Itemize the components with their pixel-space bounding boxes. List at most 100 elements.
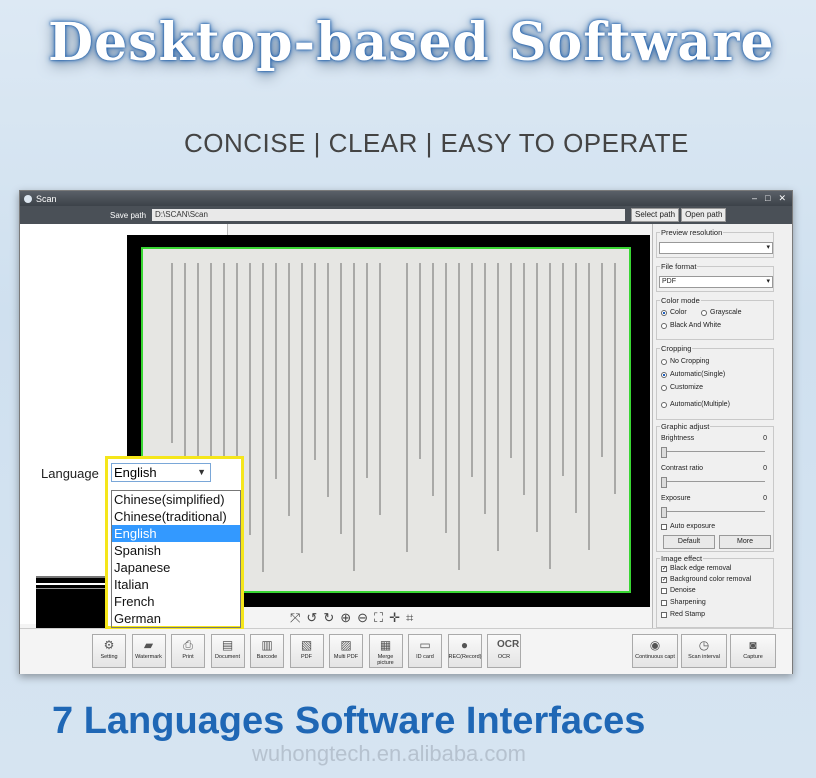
text-line (549, 263, 551, 569)
brightness-slider[interactable] (661, 447, 765, 458)
more-button[interactable]: More (719, 535, 771, 549)
gear-icon: ⚙ (103, 638, 115, 652)
close-icon[interactable]: ✕ (778, 193, 786, 204)
text-line (223, 263, 225, 461)
language-option[interactable]: Chinese(simplified) (112, 491, 240, 508)
print-button[interactable]: ⎙ Print (171, 634, 205, 668)
capture-button[interactable]: ◙ Capture (730, 634, 776, 668)
language-select[interactable]: English ▼ (111, 463, 211, 482)
language-option[interactable]: Spanish (112, 542, 240, 559)
default-button[interactable]: Default (663, 535, 715, 549)
headline: Desktop-based Software (48, 12, 775, 73)
barcode-button[interactable]: ▥ Barcode (250, 634, 284, 668)
contrast-slider[interactable] (661, 477, 765, 488)
toolbar-label: Barcode (256, 654, 278, 660)
text-line (288, 263, 290, 516)
continuous-capt-button[interactable]: ◉ Continuous capt (632, 634, 678, 668)
group-title: Color mode (660, 296, 701, 305)
sharpening-checkbox[interactable]: Sharpening (661, 599, 706, 606)
record-icon: ● (460, 638, 469, 652)
watermark-text: wuhongtech.en.alibaba.com (252, 741, 526, 766)
option-label: Black And White (670, 322, 721, 329)
select-path-button[interactable]: Select path (631, 208, 680, 222)
option-label: Black edge removal (670, 565, 732, 572)
merge-picture-button[interactable]: ▦ Merge picture (368, 634, 403, 668)
toolbar-label: PDF (301, 654, 312, 660)
bg-color-checkbox[interactable]: ✓ Background color removal (661, 576, 751, 583)
watermark-button[interactable]: ▰ Watermark (131, 634, 166, 668)
zoom-out-icon[interactable]: ⊖ (357, 610, 368, 626)
brightness-value: 0 (763, 435, 767, 442)
preview-resolution-select[interactable]: ▾ (659, 242, 773, 254)
save-path-field[interactable]: D:\SCAN\Scan (152, 209, 626, 221)
auto-exposure-checkbox[interactable]: Auto exposure (661, 523, 715, 530)
group-title: Image effect (660, 554, 704, 563)
option-label: Denoise (670, 587, 696, 594)
rotate-left-icon[interactable]: ↺ (306, 610, 317, 626)
denoise-checkbox[interactable]: Denoise (661, 587, 696, 594)
fullscreen-icon[interactable]: ⛶ (374, 610, 383, 626)
language-option[interactable]: Chinese(traditional) (112, 508, 240, 525)
text-line (262, 263, 264, 572)
customize-radio[interactable]: Customize (661, 384, 703, 391)
auto-single-radio[interactable]: Automatic(Single) (661, 371, 725, 378)
text-line (536, 263, 538, 532)
text-line (419, 263, 421, 459)
language-option[interactable]: German (112, 610, 240, 627)
checkbox-icon (661, 587, 667, 594)
preview-tools: ⤧ ↺ ↻ ⊕ ⊖ ⛶ ✛ ⌗ (290, 610, 413, 626)
fit-icon[interactable]: ⤧ (290, 610, 300, 626)
open-path-button[interactable]: Open path (681, 208, 727, 222)
black-white-radio[interactable]: Black And White (661, 322, 721, 329)
rec-record--button[interactable]: ● REC(Record) (447, 634, 482, 668)
scan-interval-icon: ◷ (698, 638, 710, 652)
grayscale-radio[interactable]: Grayscale (701, 309, 742, 316)
rotate-right-icon[interactable]: ↻ (323, 610, 334, 626)
continuous-capture-icon: ◉ (649, 638, 661, 652)
exposure-label: Exposure (661, 495, 691, 502)
scan-interval-button[interactable]: ◷ Scan interval (681, 634, 727, 668)
language-option[interactable]: English (112, 525, 240, 542)
zoom-in-icon[interactable]: ⊕ (340, 610, 351, 626)
option-label: Automatic(Multiple) (670, 401, 730, 408)
text-line (249, 263, 251, 535)
black-edge-checkbox[interactable]: ✓ Black edge removal (661, 565, 731, 572)
multi-pdf-button[interactable]: ▨ Multi PDF (329, 634, 363, 668)
radio-icon (661, 309, 667, 316)
option-label: Sharpening (670, 599, 706, 606)
tagline: CONCISE | CLEAR | EASY TO OPERATE (184, 128, 689, 158)
maximize-icon[interactable]: □ (765, 193, 770, 204)
text-line (445, 263, 447, 533)
option-label: Automatic(Single) (670, 371, 726, 378)
option-label: Red Stamp (670, 611, 706, 618)
checkbox-icon (661, 599, 667, 606)
auto-multiple-radio[interactable]: Automatic(Multiple) (661, 401, 730, 408)
checkbox-icon: ✓ (661, 565, 668, 572)
crop-icon[interactable]: ⌗ (406, 610, 413, 626)
document-icon: ▤ (221, 638, 234, 652)
no-cropping-radio[interactable]: No Cropping (661, 358, 709, 365)
setting-button[interactable]: ⚙ Setting (92, 634, 126, 668)
id-card-button[interactable]: ▭ ID card (408, 634, 442, 668)
checkbox-icon (661, 523, 667, 530)
language-option[interactable]: French (112, 593, 240, 610)
multi-pdf-icon: ▨ (340, 638, 352, 652)
text-line (601, 263, 603, 457)
red-stamp-checkbox[interactable]: Red Stamp (661, 611, 705, 618)
ocr-button[interactable]: OCR OCR (487, 634, 521, 668)
color-radio[interactable]: Color (661, 309, 687, 316)
text-line (340, 263, 342, 534)
toolbar-label: Setting (100, 654, 118, 660)
toolbar-label: Document (214, 654, 241, 660)
file-format-select[interactable]: PDF ▾ (659, 276, 773, 288)
language-option[interactable]: Italian (112, 576, 240, 593)
crosshair-icon[interactable]: ✛ (389, 610, 400, 626)
text-line (406, 263, 408, 552)
minimize-icon[interactable]: – (752, 193, 757, 204)
exposure-slider[interactable] (661, 507, 765, 518)
document-button[interactable]: ▤ Document (210, 634, 245, 668)
pdf-button[interactable]: ▧ PDF (289, 634, 324, 668)
language-option[interactable]: Japanese (112, 559, 240, 576)
radio-icon (701, 309, 707, 316)
radio-icon (661, 401, 667, 408)
